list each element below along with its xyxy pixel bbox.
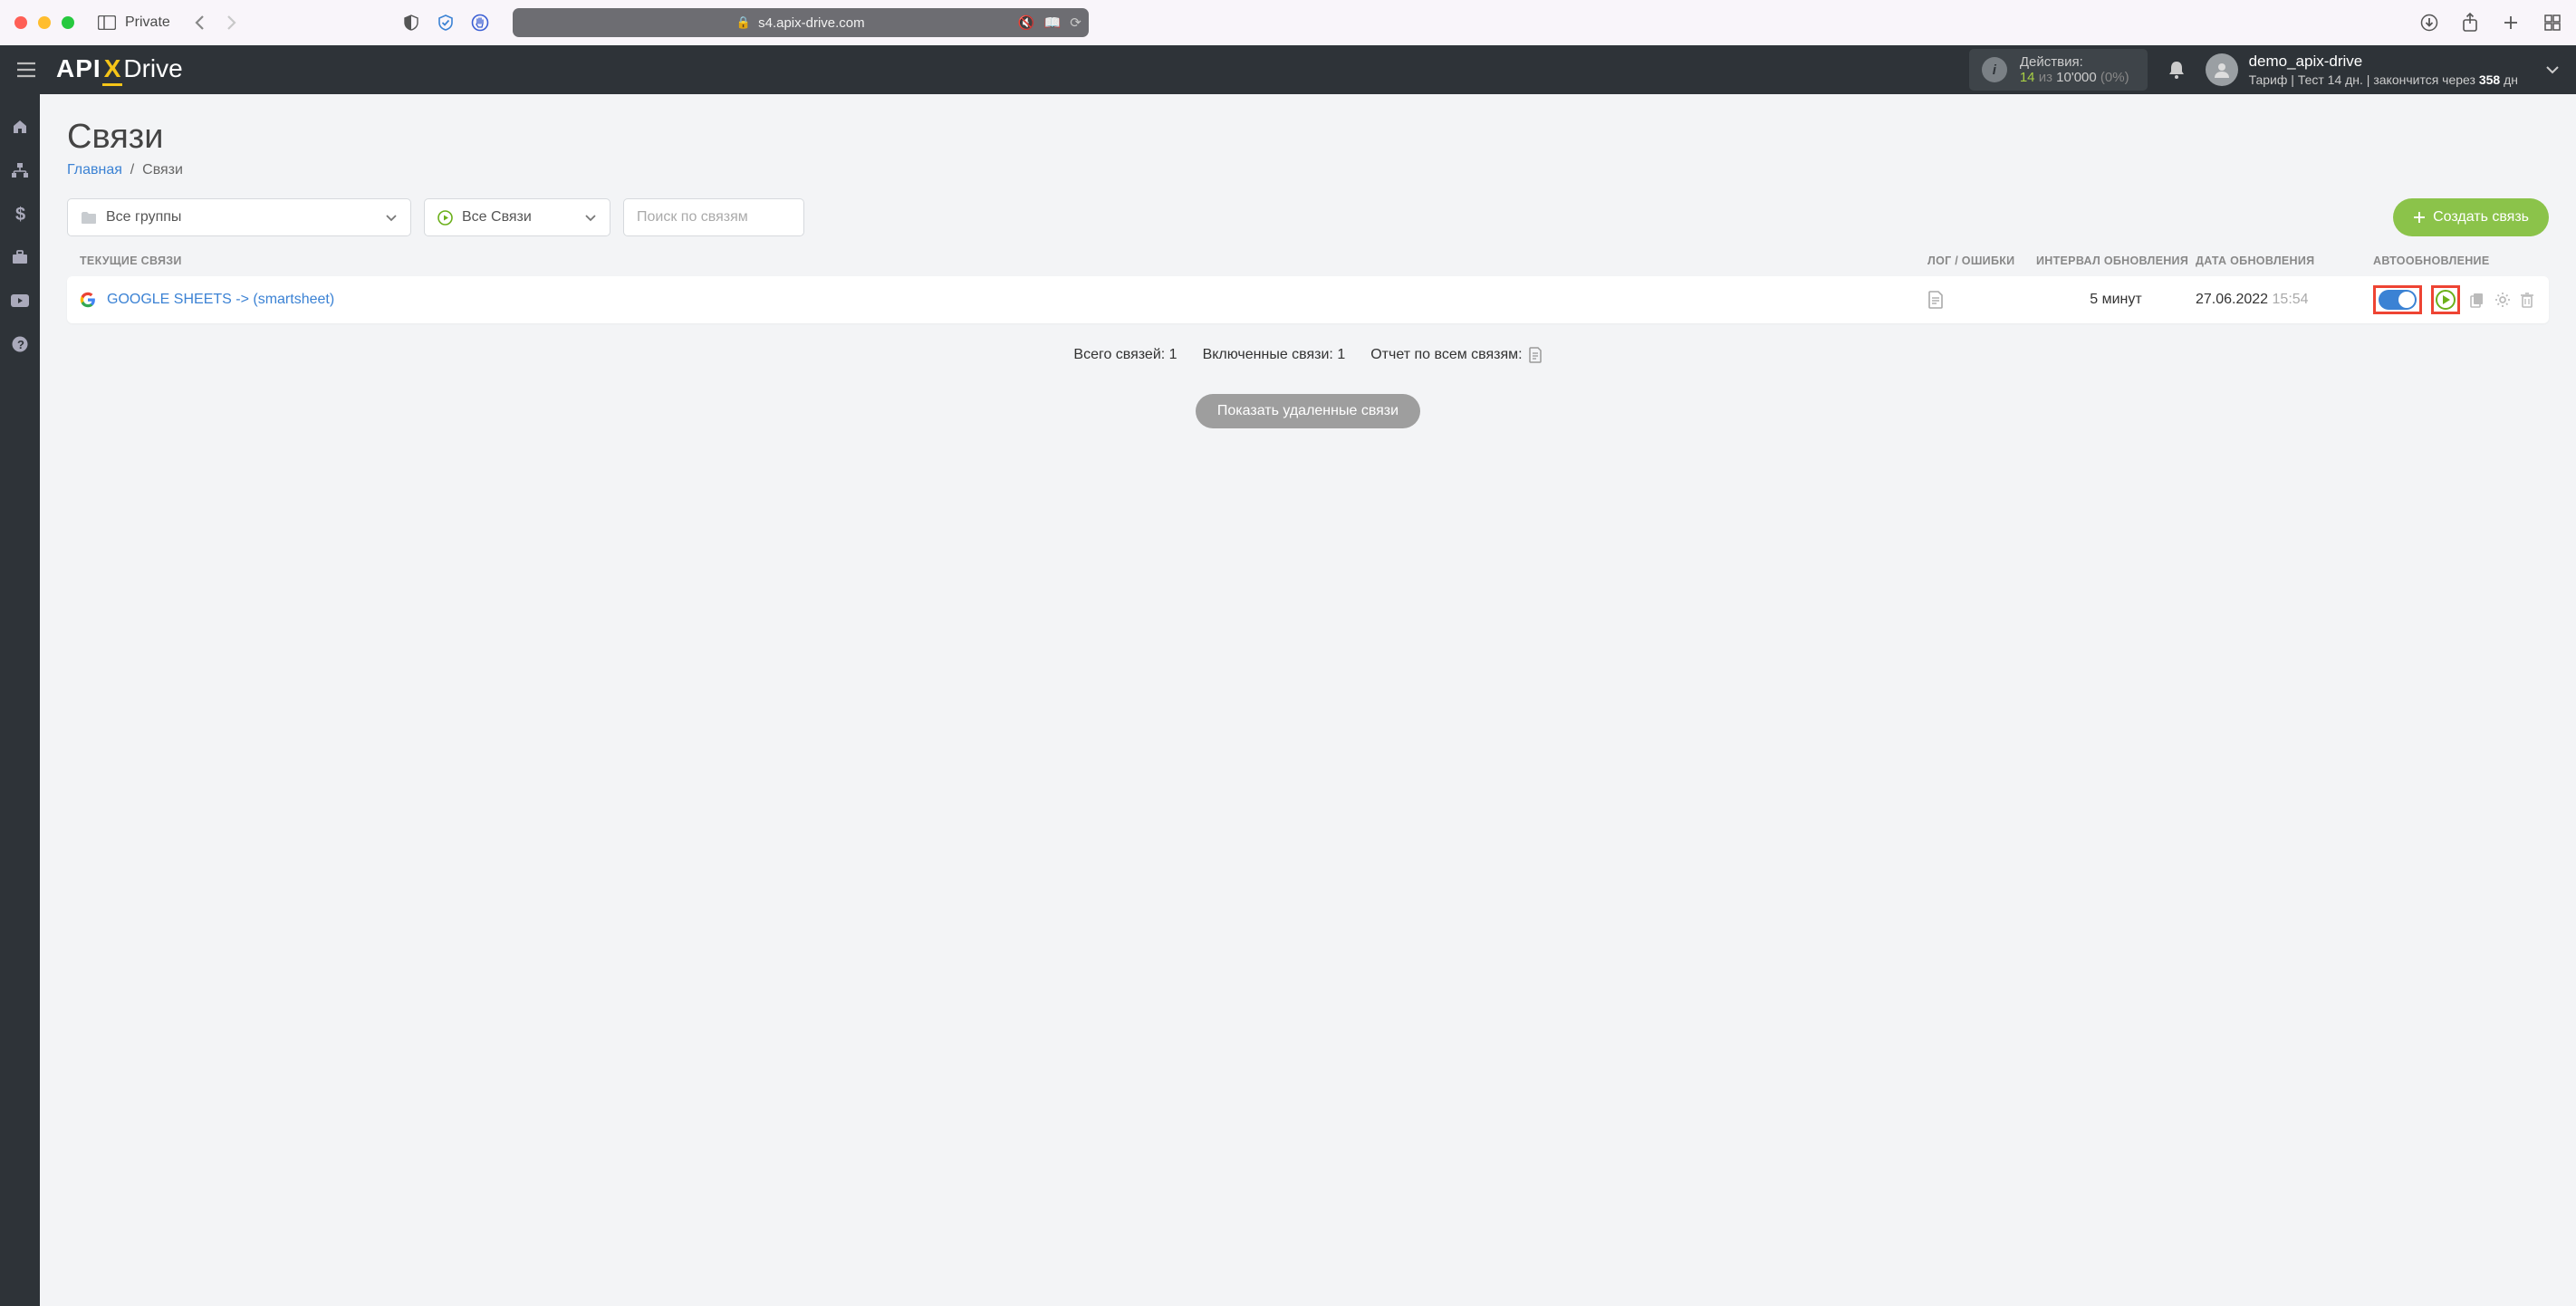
sidebar-connections[interactable]	[0, 150, 40, 190]
show-deleted-button[interactable]: Показать удаленные связи	[1196, 394, 1420, 428]
gear-icon[interactable]	[2494, 292, 2511, 308]
svg-text:?: ?	[17, 338, 24, 351]
highlight-box-toggle	[2373, 285, 2422, 314]
notifications-button[interactable]	[2167, 60, 2186, 80]
minimize-window-button[interactable]	[38, 16, 51, 29]
back-button[interactable]	[188, 11, 212, 34]
maximize-window-button[interactable]	[62, 16, 74, 29]
chevron-down-icon	[385, 214, 398, 222]
total-value: 1	[1169, 347, 1177, 362]
th-interval: ИНТЕРВАЛ ОБНОВЛЕНИЯ	[2036, 254, 2196, 267]
tariff-suffix: дн	[2504, 72, 2518, 87]
trash-icon[interactable]	[2520, 292, 2534, 308]
log-file-icon[interactable]	[1927, 291, 1944, 309]
username: demo_apix-drive	[2249, 52, 2518, 72]
actions-total: 10'000	[2056, 70, 2097, 85]
hand-block-icon[interactable]	[471, 14, 489, 32]
enabled-label: Включенные связи:	[1203, 347, 1333, 362]
close-window-button[interactable]	[14, 16, 27, 29]
actions-of: из	[2039, 70, 2052, 85]
actions-label: Действия:	[2020, 54, 2129, 70]
table-row: GOOGLE SHEETS -> (smartsheet) 5 минут 27…	[67, 276, 2549, 323]
groups-dropdown[interactable]: Все группы	[67, 198, 411, 236]
downloads-icon[interactable]	[2420, 14, 2438, 32]
shield-check-icon[interactable]	[437, 14, 455, 32]
highlight-box-play	[2431, 285, 2460, 314]
th-auto: АВТООБНОВЛЕНИЕ	[2373, 254, 2536, 267]
copy-icon[interactable]	[2469, 292, 2485, 308]
main-content: Связи Главная / Связи Все группы Все Свя…	[40, 94, 2576, 1306]
forward-button[interactable]	[219, 11, 243, 34]
menu-toggle-button[interactable]	[16, 62, 36, 78]
breadcrumb-home-link[interactable]: Главная	[67, 162, 122, 178]
connections-filter-label: Все Связи	[462, 209, 532, 226]
left-sidebar: $ ?	[0, 94, 40, 1306]
share-icon[interactable]	[2462, 13, 2478, 33]
page-title: Связи	[67, 118, 2549, 157]
tariff-days: 358	[2479, 72, 2500, 87]
search-input[interactable]	[623, 198, 804, 236]
update-time: 15:54	[2273, 292, 2309, 307]
connections-filter-dropdown[interactable]: Все Связи	[424, 198, 610, 236]
actions-counter: i Действия: 14 из 10'000 (0%)	[1969, 49, 2148, 91]
window-controls	[14, 16, 74, 29]
enabled-value: 1	[1337, 347, 1345, 362]
plus-icon	[2413, 211, 2426, 224]
breadcrumb: Главная / Связи	[67, 162, 2549, 178]
breadcrumb-current: Связи	[142, 162, 183, 178]
google-icon	[80, 292, 96, 308]
info-icon: i	[1982, 57, 2007, 82]
extension-icons	[402, 14, 489, 32]
interval-value: 5 минут	[2036, 292, 2196, 308]
actions-percent: (0%)	[2100, 70, 2129, 85]
auto-update-toggle[interactable]	[2379, 290, 2417, 310]
table-header: ТЕКУЩИЕ СВЯЗИ ЛОГ / ОШИБКИ ИНТЕРВАЛ ОБНО…	[67, 254, 2549, 276]
report-label: Отчет по всем связям:	[1370, 347, 1522, 363]
sidebar-home[interactable]	[0, 107, 40, 147]
shield-half-icon[interactable]	[402, 14, 420, 32]
address-bar[interactable]: 🔒 s4.apix-drive.com 🔇 📖 ⟳	[513, 8, 1089, 37]
private-mode-label: Private	[125, 14, 170, 31]
lock-icon: 🔒	[736, 15, 751, 30]
actions-count: 14	[2020, 70, 2035, 85]
sidebar-briefcase[interactable]	[0, 237, 40, 277]
th-current: ТЕКУЩИЕ СВЯЗИ	[80, 254, 1927, 267]
app-header: APIXDrive i Действия: 14 из 10'000 (0%)	[0, 45, 2576, 94]
user-menu[interactable]: demo_apix-drive Тариф | Тест 14 дн. | за…	[2206, 52, 2518, 88]
total-label: Всего связей:	[1073, 347, 1165, 362]
create-button-label: Создать связь	[2433, 209, 2529, 226]
reload-icon[interactable]: ⟳	[1070, 14, 1081, 31]
th-date: ДАТА ОБНОВЛЕНИЯ	[2196, 254, 2373, 267]
url-text: s4.apix-drive.com	[758, 15, 865, 31]
run-now-button[interactable]	[2436, 290, 2456, 310]
tabs-overview-icon[interactable]	[2543, 14, 2562, 32]
connection-link[interactable]: GOOGLE SHEETS -> (smartsheet)	[107, 292, 334, 308]
chevron-down-icon	[584, 214, 597, 222]
filter-row: Все группы Все Связи Создать связь	[67, 198, 2549, 236]
create-connection-button[interactable]: Создать связь	[2393, 198, 2549, 236]
report-file-icon[interactable]	[1528, 347, 1543, 363]
sidebar-toggle-icon[interactable]	[96, 12, 118, 34]
svg-text:$: $	[15, 205, 25, 224]
play-circle-icon	[437, 210, 453, 226]
new-tab-icon[interactable]	[2502, 14, 2520, 32]
sidebar-billing[interactable]: $	[0, 194, 40, 234]
breadcrumb-sep: /	[130, 162, 134, 178]
folder-icon	[81, 211, 97, 225]
app-logo[interactable]: APIXDrive	[56, 54, 183, 86]
groups-label: Все группы	[106, 209, 181, 226]
th-log: ЛОГ / ОШИБКИ	[1927, 254, 2036, 267]
update-date: 27.06.2022	[2196, 292, 2268, 307]
reader-icon[interactable]: 📖	[1044, 14, 1062, 31]
avatar	[2206, 53, 2238, 86]
tariff-text: Тариф | Тест 14 дн. | закончится через	[2249, 72, 2475, 87]
browser-toolbar: Private 🔒 s4.apix-drive.com 🔇 📖 ⟳	[0, 0, 2576, 45]
summary-row: Всего связей: 1 Включенные связи: 1 Отче…	[67, 347, 2549, 363]
sidebar-video[interactable]	[0, 281, 40, 321]
chevron-down-icon[interactable]	[2545, 65, 2560, 74]
mute-icon[interactable]: 🔇	[1018, 14, 1035, 31]
sidebar-help[interactable]: ?	[0, 324, 40, 364]
